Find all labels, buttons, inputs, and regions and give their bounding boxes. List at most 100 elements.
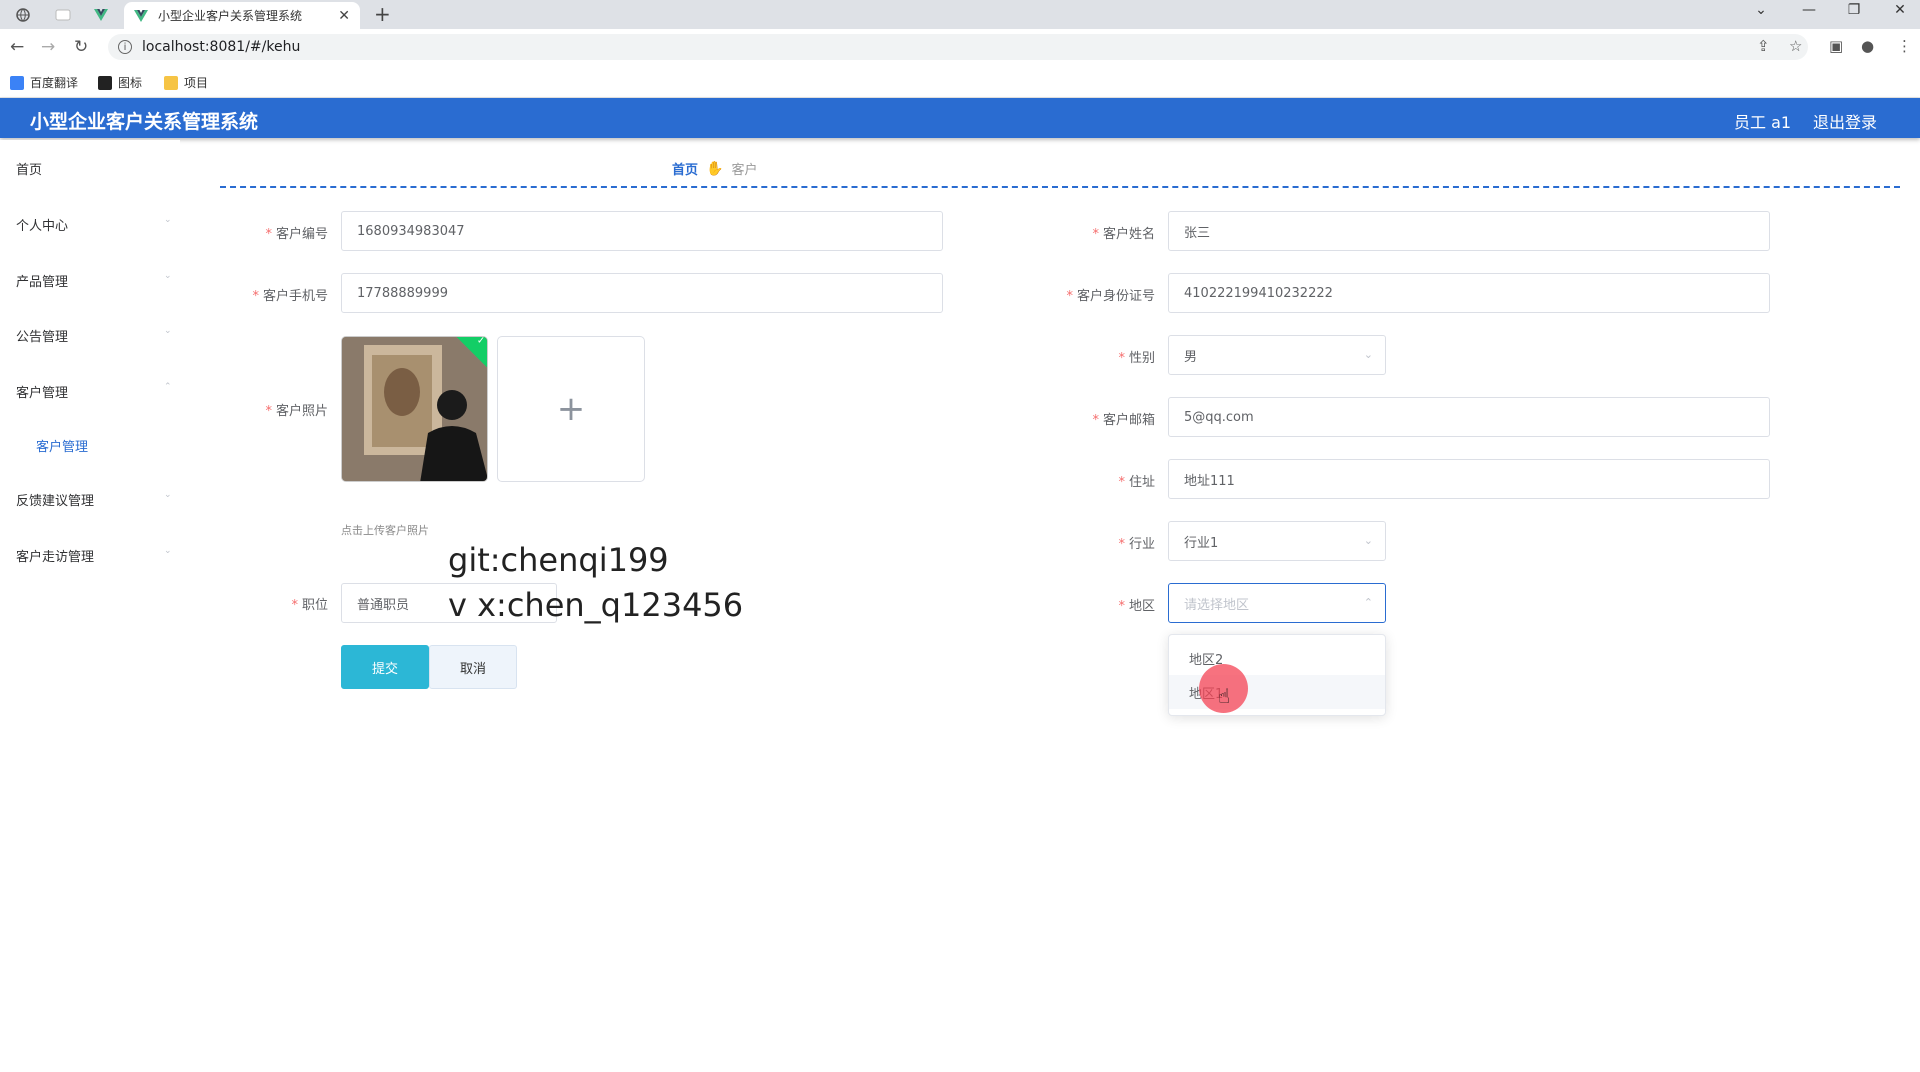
bookmark-baidu-translate[interactable]: 百度翻译 [10,74,78,91]
hand-cursor-icon: ☝ [1218,684,1231,708]
side-panel-icon[interactable]: ▣ [1829,37,1843,55]
email-label: * 客户邮箱 [1092,413,1155,428]
bookmark-project[interactable]: 项目 [164,74,208,91]
minimize-icon[interactable]: — [1794,2,1824,18]
address-label: * 住址 [1118,475,1155,490]
sidebar-item-label: 产品管理 [16,275,69,290]
bookmark-label: 项目 [184,76,209,90]
gender-select[interactable]: 男 ⌄ [1168,335,1386,375]
photo-label: * 客户照片 [265,404,328,419]
profile-icon[interactable]: ● [1861,37,1874,55]
id-card-label: * 客户身份证号 [1066,289,1155,304]
sidebar-item-announcements[interactable]: 公告管理 ⌄ [16,326,176,345]
id-card-input[interactable]: 410222199410232222 [1168,273,1770,313]
restore-icon[interactable]: ❐ [1839,2,1869,18]
cancel-button[interactable]: 取消 [429,645,517,689]
bookmark-label: 图标 [118,76,143,90]
forward-icon[interactable]: → [41,37,55,57]
site-info-icon[interactable]: i [118,40,132,54]
gender-label: * 性别 [1118,351,1155,366]
window-close-icon[interactable]: ✕ [1885,2,1915,18]
sidebar-item-home[interactable]: 首页 [16,159,176,178]
chevron-down-icon: ⌄ [164,546,172,556]
upload-add-button[interactable]: + [497,336,645,482]
breadcrumb-home[interactable]: 首页 [672,159,698,178]
bookmark-icons[interactable]: 图标 [98,74,142,91]
customer-name-label: * 客户姓名 [1092,227,1155,242]
breadcrumb: 首页 ✋ 客户 [672,159,758,179]
sidebar-item-label: 个人中心 [16,219,69,234]
logout-link[interactable]: 退出登录 [1813,109,1877,133]
sidebar-item-label: 首页 [16,163,43,178]
bookmark-label: 百度翻译 [30,76,79,90]
sidebar-subitem-customers[interactable]: 客户管理 [36,436,88,455]
region-select[interactable]: 请选择地区 ⌃ [1168,583,1386,623]
chevron-up-icon: ⌃ [164,382,172,392]
position-label: * 职位 [291,598,328,613]
chevron-down-icon: ⌄ [1363,348,1373,361]
sidebar-item-label: 客户管理 [16,386,69,401]
globe-tab-icon[interactable] [6,3,40,27]
divider [220,186,1900,188]
email-input[interactable]: 5@qq.com [1168,397,1770,437]
sidebar-item-visits[interactable]: 客户走访管理 ⌄ [16,546,176,565]
translate-icon [10,75,24,90]
customer-no-input[interactable]: 1680934983047 [341,211,943,251]
share-icon[interactable]: ⇪ [1757,37,1770,55]
customer-name-input[interactable]: 张三 [1168,211,1770,251]
current-user: 员工 a1 [1734,113,1792,132]
sidebar-item-products[interactable]: 产品管理 ⌄ [16,271,176,290]
watermark-line-2: v x:chen_q123456 [448,586,744,624]
url-field[interactable]: i localhost:8081/#/kehu [108,34,1808,60]
menu-dots-icon[interactable]: ⋮ [1897,37,1912,55]
bookmark-star-icon[interactable]: ☆ [1789,37,1802,55]
chevron-down-icon: ⌄ [164,326,172,336]
app-title: 小型企业客户关系管理系统 [30,111,259,133]
customer-no-label: * 客户编号 [265,227,328,242]
watermark-line-1: git:chenqi199 [448,541,669,579]
browser-tabstrip: 小型企业客户关系管理系统 ✕ + ⌄ — ❐ ✕ [0,0,1920,29]
blank-tab-icon[interactable] [46,3,80,27]
back-icon[interactable]: ← [10,37,24,57]
app-header: 小型企业客户关系管理系统 员工 a1 退出登录 [0,98,1920,138]
tab-close-icon[interactable]: ✕ [338,8,350,24]
phone-input[interactable]: 17788889999 [341,273,943,313]
vue-tab-icon[interactable] [84,3,118,27]
region-placeholder: 请选择地区 [1184,597,1250,613]
bookmarks-bar: 百度翻译 图标 项目 [0,66,1920,98]
sidebar-item-customers[interactable]: 客户管理 ⌃ [16,382,176,401]
chevron-down-icon: ⌄ [164,271,172,281]
chevron-up-icon: ⌃ [1363,596,1373,609]
gender-value: 男 [1184,349,1198,365]
new-tab-button[interactable]: + [374,3,391,25]
region-label: * 地区 [1118,599,1155,614]
chevron-down-icon: ⌄ [164,490,172,500]
sidebar-item-label: 反馈建议管理 [16,494,95,509]
reload-icon[interactable]: ↻ [74,37,88,57]
sidebar-item-label: 客户走访管理 [16,550,95,565]
sidebar-item-label: 公告管理 [16,330,69,345]
industry-label: * 行业 [1118,537,1155,552]
region-dropdown: 地区2 地区1 [1168,634,1386,716]
sidebar-item-personal-center[interactable]: 个人中心 ⌄ [16,215,176,234]
address-bar: ← → ↻ i localhost:8081/#/kehu ⇪ ☆ ▣ ● ⋮ [0,29,1920,66]
customer-photo[interactable]: ✓ [341,336,488,482]
image-icon [98,75,112,90]
tab-search-icon[interactable]: ⌄ [1746,2,1776,18]
sidebar-item-feedback[interactable]: 反馈建议管理 ⌄ [16,490,176,509]
breadcrumb-current: 客户 [731,163,758,178]
industry-select[interactable]: 行业1 ⌄ [1168,521,1386,561]
industry-value: 行业1 [1184,535,1219,551]
tab-title: 小型企业客户关系管理系统 [158,9,303,23]
submit-button[interactable]: 提交 [341,645,429,689]
active-tab[interactable]: 小型企业客户关系管理系统 ✕ [124,2,360,29]
url-text: localhost:8081/#/kehu [142,39,301,55]
chevron-down-icon: ⌄ [1363,534,1373,547]
vue-favicon-icon [134,9,148,22]
phone-label: * 客户手机号 [252,289,328,304]
address-input[interactable]: 地址111 [1168,459,1770,499]
hand-icon: ✋ [706,160,724,177]
upload-tip[interactable]: 点击上传客户照片 [341,522,429,538]
region-option[interactable]: 地区2 [1169,641,1385,675]
folder-icon [164,75,178,90]
